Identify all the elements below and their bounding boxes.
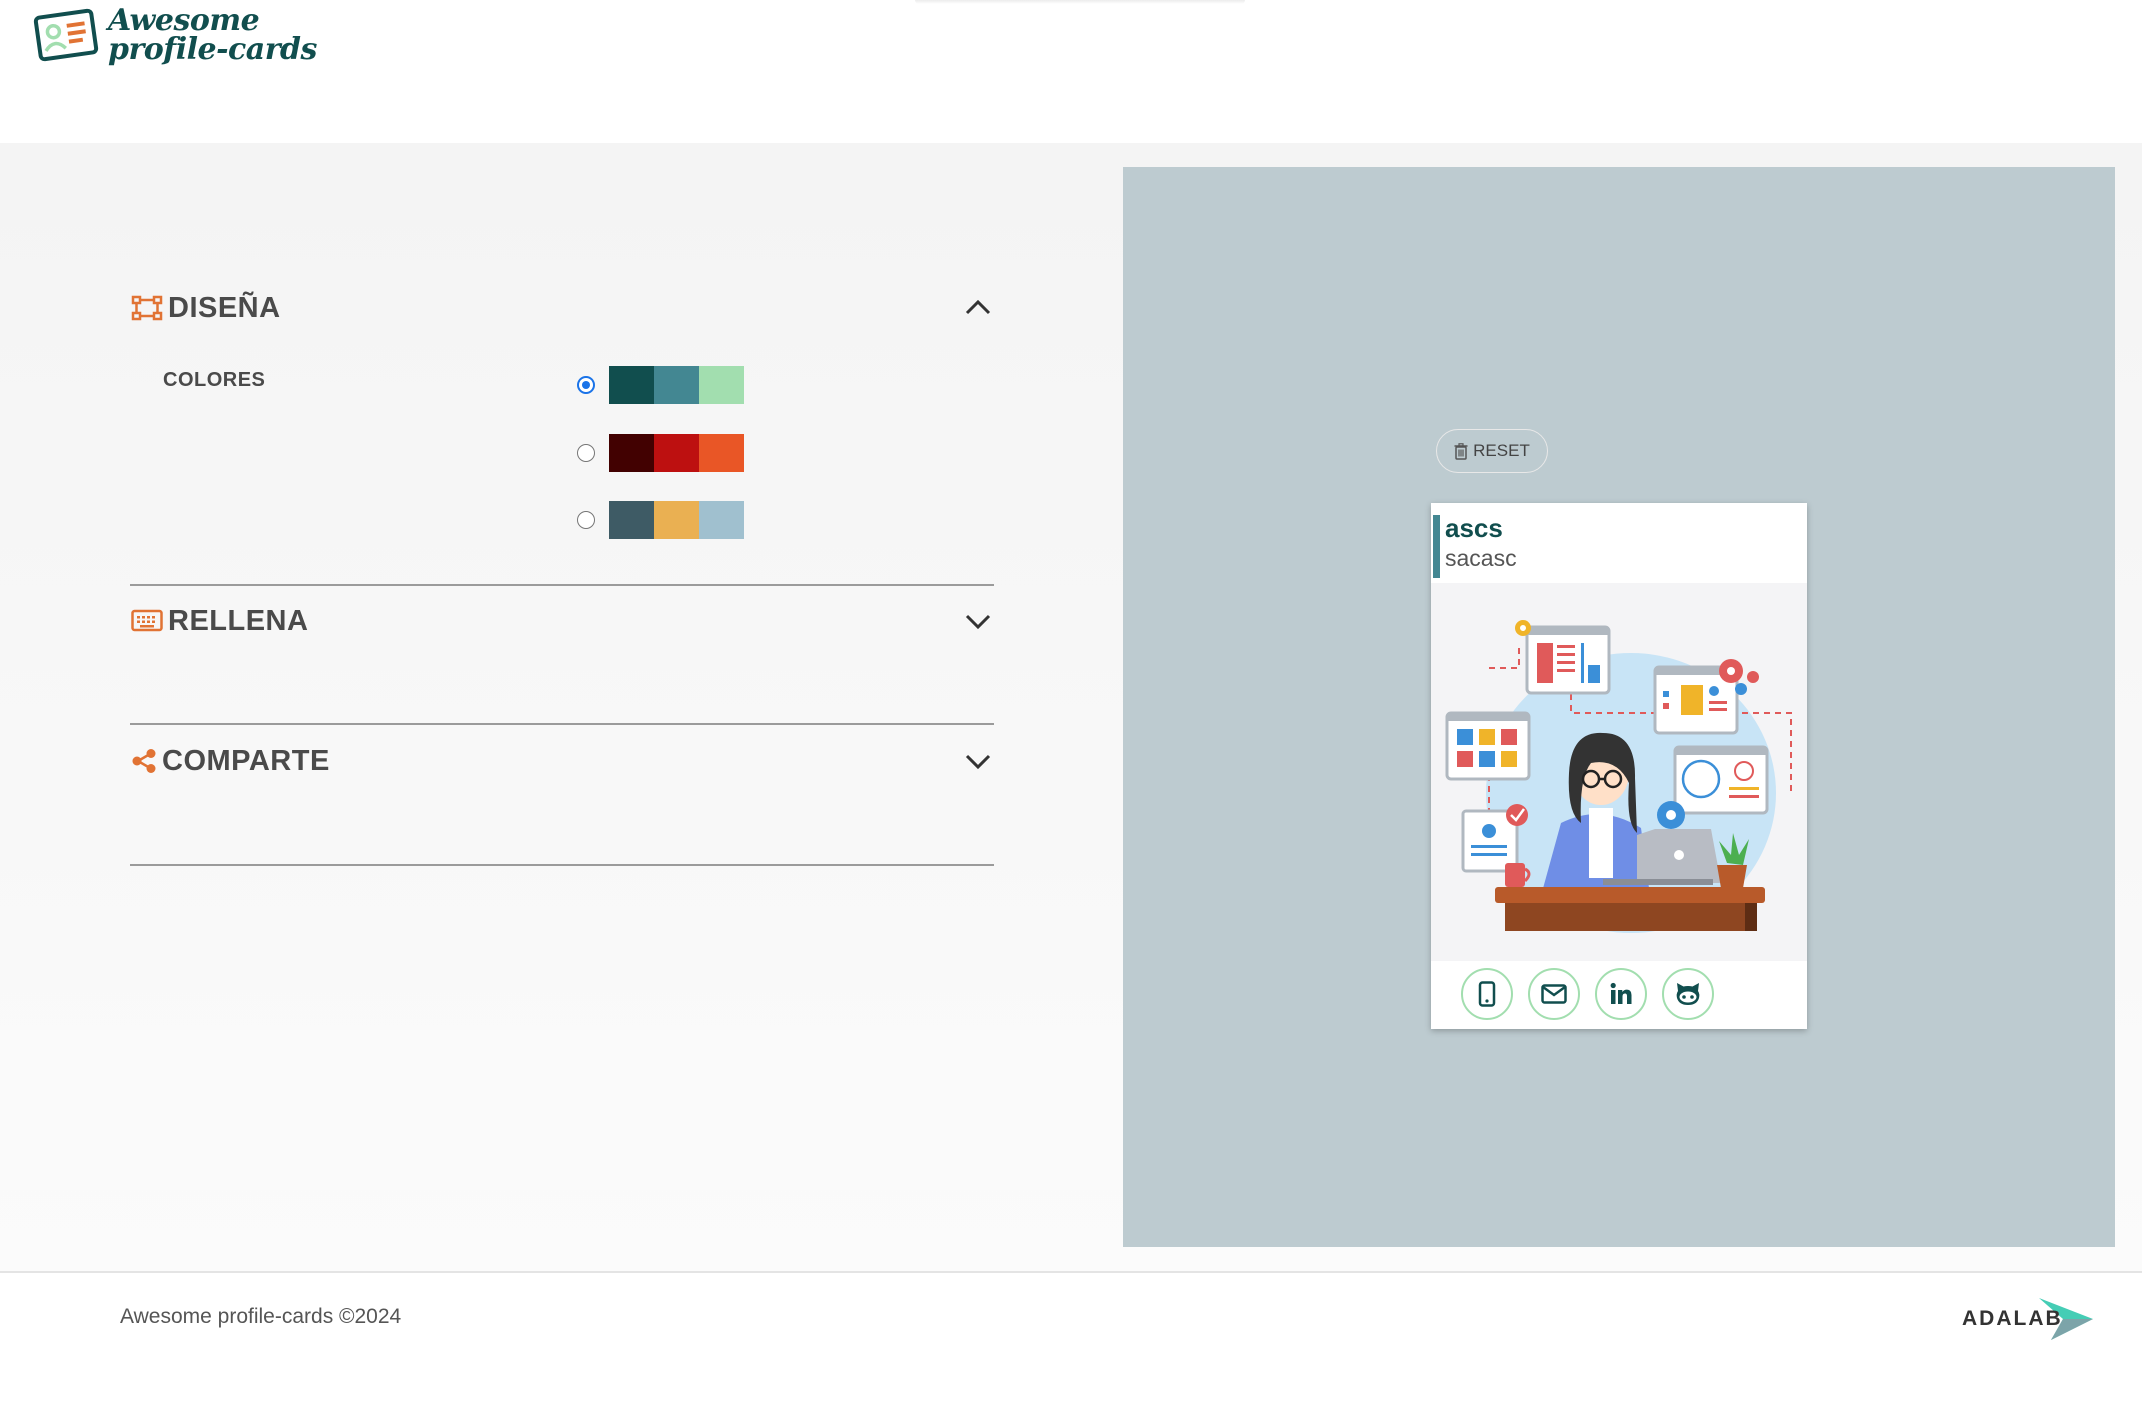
github-icon[interactable]	[1662, 968, 1714, 1020]
palette-option-1[interactable]	[577, 366, 744, 404]
swatch	[609, 366, 654, 404]
keyboard-icon	[130, 606, 164, 636]
section-header-fill[interactable]: RELLENA	[130, 601, 994, 641]
palette-swatches-3	[609, 501, 744, 539]
section-divider	[130, 584, 994, 586]
section-header-share[interactable]: COMPARTE	[130, 741, 994, 781]
reset-label: RESET	[1473, 441, 1530, 460]
card-profile-image	[1431, 583, 1807, 961]
card-social-icons	[1461, 968, 1729, 1020]
office-illustration	[1445, 620, 1792, 933]
card-name: ascs	[1445, 513, 1503, 543]
chevron-up-icon[interactable]	[962, 292, 994, 324]
reset-button[interactable]: RESET	[1436, 429, 1548, 473]
swatch	[699, 501, 744, 539]
chevron-down-icon[interactable]	[962, 745, 994, 777]
share-icon	[130, 746, 158, 776]
linkedin-icon[interactable]	[1595, 968, 1647, 1020]
colors-label: COLORES	[163, 369, 266, 391]
swatch	[654, 366, 699, 404]
palette-swatches-1	[609, 366, 744, 404]
envelope-icon[interactable]	[1528, 968, 1580, 1020]
logo-line-1: Awesome	[108, 3, 260, 38]
adalab-logo[interactable]: ADALAB	[1962, 1296, 2095, 1342]
section-title-design: DISEÑA	[168, 291, 281, 324]
swatch	[699, 366, 744, 404]
design-icon	[130, 293, 164, 323]
site-footer: Awesome profile-cards ©2024 ADALAB	[0, 1271, 2142, 1426]
profile-card: ascs sacasc	[1431, 503, 1807, 1029]
footer-copyright: Awesome profile-cards ©2024	[120, 1305, 402, 1328]
swatch	[609, 434, 654, 472]
palette-option-2[interactable]	[577, 434, 744, 472]
card-job: sacasc	[1445, 545, 1517, 571]
card-accent-bar	[1433, 515, 1440, 578]
profile-card-logo-icon	[33, 8, 99, 62]
palette-option-3[interactable]	[577, 501, 744, 539]
swatch	[609, 501, 654, 539]
header-shadow	[915, 0, 1245, 4]
palette-swatches-2	[609, 434, 744, 472]
palette-radio-2[interactable]	[577, 444, 595, 462]
trash-icon	[1454, 442, 1468, 460]
adalab-logo-text: ADALAB	[1962, 1307, 2063, 1330]
logo-line-2: profile-cards	[108, 32, 317, 67]
swatch	[654, 434, 699, 472]
section-divider	[130, 723, 994, 725]
site-header: Awesome profile-cards	[0, 0, 2142, 143]
section-header-design[interactable]: DISEÑA	[130, 288, 994, 328]
mobile-icon[interactable]	[1461, 968, 1513, 1020]
chevron-down-icon[interactable]	[962, 605, 994, 637]
swatch	[654, 501, 699, 539]
logo-text: Awesome profile-cards	[108, 3, 317, 67]
swatch	[699, 434, 744, 472]
palette-radio-3[interactable]	[577, 511, 595, 529]
section-divider	[130, 864, 994, 866]
palette-radio-1[interactable]	[577, 376, 595, 394]
section-title-share: COMPARTE	[162, 744, 330, 777]
logo[interactable]: Awesome profile-cards	[32, 3, 317, 67]
section-title-fill: RELLENA	[168, 604, 309, 637]
